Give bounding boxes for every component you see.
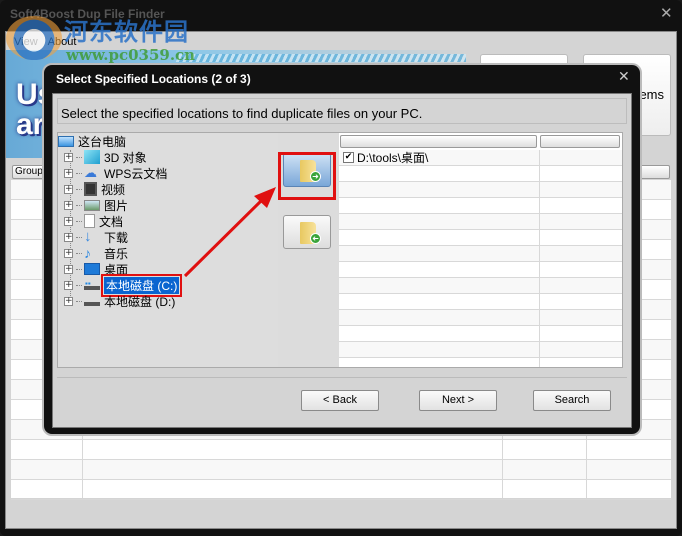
list-row-empty [339,294,622,310]
dialog-client: Select the specified locations to find d… [52,93,632,428]
list-row-empty [339,326,622,342]
expand-icon[interactable]: + [64,152,73,162]
arrow-left-icon: ➜ [310,233,321,244]
cloud-icon: ☁ [84,165,97,180]
list-row-empty [339,166,622,182]
tree-item-label: 音乐 [104,246,129,261]
music-icon: ♪ [84,245,91,261]
tree-item-label: 文档 [99,214,124,229]
list-row-empty [339,310,622,326]
tree-connector [76,252,82,254]
banner-stripe [176,54,466,62]
dialog-title: Select Specified Locations (2 of 3) [56,72,251,86]
tree-connector [76,188,82,190]
tree-item-label: 视频 [101,182,126,197]
tree-item-3d-objects[interactable]: + 3D 对象 [64,149,147,165]
drive-d-icon [84,296,100,306]
tree-item-drive-c[interactable]: + ▪▪ 本地磁盘 (C:) [64,273,183,297]
download-icon: ↓ [84,228,92,245]
list-divider [539,150,540,367]
expand-icon[interactable]: + [64,216,73,226]
back-button[interactable]: < Back [301,390,379,411]
grid-row [11,440,671,460]
tree-root[interactable]: 这台电脑 [58,133,126,149]
tree-item-label: 下载 [104,230,129,245]
list-row-empty [339,214,622,230]
watermark-logo [6,16,62,60]
search-button[interactable]: Search [533,390,611,411]
drive-c-icon: ▪▪ [84,280,100,290]
expand-icon[interactable]: + [64,296,73,306]
watermark-url: www.pc0359.cn [66,46,196,64]
list-rows: ✔ D:\tools\桌面\ [339,150,622,358]
list-row-empty [339,230,622,246]
tree-connector [76,300,82,302]
document-icon [84,214,95,228]
location-path: D:\tools\桌面\ [357,151,429,165]
tree-item-label: WPS云文档 [104,166,168,181]
tree-connector [76,284,82,286]
grid-row [11,480,671,500]
tree-connector [76,156,82,158]
list-row-empty [339,342,622,358]
tree-item-documents[interactable]: + 文档 [64,213,123,229]
expand-icon[interactable]: + [64,168,73,178]
folder-tree: 这台电脑 + 3D 对象 + ☁ WPS云文档 + 视频 + 图片 + 文档 +… [58,133,278,367]
list-column-header-path[interactable] [340,135,537,148]
app-close-button[interactable]: ✕ [660,4,673,22]
expand-icon[interactable]: + [64,232,73,242]
expand-icon[interactable]: + [64,280,73,290]
separator [57,377,627,378]
tree-connector [76,172,82,174]
tree-connector [76,268,82,270]
desktop-icon [84,263,100,275]
list-column-header-2[interactable] [540,135,620,148]
tree-item-label: 桌面 [104,262,129,277]
dialog-close-button[interactable]: ✕ [618,68,630,85]
tree-item-label: 本地磁盘 (D:) [104,294,176,309]
toolbar-button-2-label: ems [639,87,664,102]
computer-icon [58,135,74,147]
expand-icon[interactable]: + [64,184,73,194]
location-row[interactable]: ✔ D:\tools\桌面\ [339,150,622,166]
list-row-empty [339,182,622,198]
expand-icon[interactable]: + [64,200,73,210]
location-checkbox[interactable]: ✔ [343,152,354,163]
tree-item-videos[interactable]: + 视频 [64,181,125,197]
tree-item-label-selected: 本地磁盘 (C:) [100,273,183,297]
locations-pane: 这台电脑 + 3D 对象 + ☁ WPS云文档 + 视频 + 图片 + 文档 +… [57,132,623,368]
tree-item-pictures[interactable]: + 图片 [64,197,128,213]
remove-location-button[interactable]: ➜ [283,215,331,249]
tree-root-label: 这台电脑 [78,134,127,149]
list-row-empty [339,246,622,262]
tree-connector [76,236,82,238]
tree-item-music[interactable]: + ♪ 音乐 [64,245,128,261]
expand-icon[interactable]: + [64,264,73,274]
dialog-instruction: Select the specified locations to find d… [57,98,627,124]
selected-locations-list: ✔ D:\tools\桌面\ [339,133,622,367]
tree-item-downloads[interactable]: + ↓ 下载 [64,229,128,245]
pictures-icon [84,199,100,211]
list-row-empty [339,198,622,214]
tree-connector [76,204,82,206]
select-locations-dialog: Select Specified Locations (2 of 3) ✕ Se… [42,63,642,436]
video-icon [84,182,97,196]
list-row-empty [339,278,622,294]
watermark-name: 河东软件园 [64,17,189,46]
3d-objects-icon [84,150,100,164]
tree-item-drive-d[interactable]: + 本地磁盘 (D:) [64,293,175,309]
tree-item-label: 图片 [104,198,129,213]
tree-item-desktop[interactable]: + 桌面 [64,261,128,277]
tree-item-wps-cloud[interactable]: + ☁ WPS云文档 [64,165,167,181]
annotation-highlight-box [278,152,336,200]
tree-connector [76,220,82,222]
list-row-empty [339,262,622,278]
next-button[interactable]: Next > [419,390,497,411]
grid-row [11,460,671,480]
expand-icon[interactable]: + [64,248,73,258]
tree-item-label: 3D 对象 [104,150,147,165]
